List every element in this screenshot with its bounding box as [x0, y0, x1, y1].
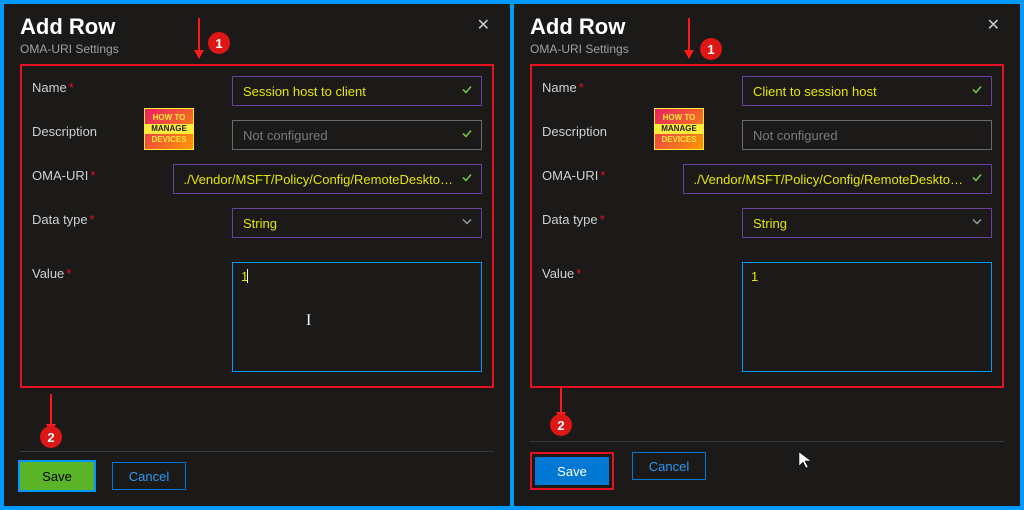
- footer: Save Cancel: [20, 451, 494, 490]
- cancel-button[interactable]: Cancel: [112, 462, 186, 490]
- title-block: Add Row OMA-URI Settings: [20, 14, 119, 56]
- chevron-down-icon: [971, 216, 983, 231]
- description-label: Description: [32, 120, 232, 139]
- text-caret: [247, 269, 248, 283]
- description-input[interactable]: Not configured: [742, 120, 992, 150]
- annotation-badge-1: 1: [700, 38, 722, 60]
- annotation-badge-2: 2: [550, 414, 572, 436]
- cancel-button[interactable]: Cancel: [632, 452, 706, 480]
- page-title: Add Row: [530, 14, 629, 40]
- check-icon: [461, 128, 473, 143]
- name-input[interactable]: Client to session host: [742, 76, 992, 106]
- description-label: Description: [542, 120, 742, 139]
- check-icon: [971, 84, 983, 99]
- description-input[interactable]: Not configured: [232, 120, 482, 150]
- omauri-label: OMA-URI*: [542, 164, 683, 183]
- datatype-label: Data type*: [32, 208, 232, 227]
- annotation-highlight-save: Save: [530, 452, 614, 490]
- name-label: Name*: [542, 76, 742, 95]
- value-label: Value*: [32, 262, 232, 281]
- name-label: Name*: [32, 76, 232, 95]
- value-label: Value*: [542, 262, 742, 281]
- datatype-select[interactable]: String: [232, 208, 482, 238]
- save-button[interactable]: Save: [535, 457, 609, 485]
- omauri-input[interactable]: ./Vendor/MSFT/Policy/Config/RemoteDeskto…: [683, 164, 993, 194]
- close-icon: ✕: [477, 17, 490, 34]
- close-icon: ✕: [987, 17, 1000, 34]
- annotation-arrow-1: [688, 18, 690, 58]
- annotation-badge-2: 2: [40, 426, 62, 448]
- value-textarea[interactable]: 1: [232, 262, 482, 372]
- check-icon: [461, 172, 473, 187]
- annotation-arrow-1: [198, 18, 200, 58]
- close-button[interactable]: ✕: [473, 14, 494, 38]
- close-button[interactable]: ✕: [983, 14, 1004, 38]
- datatype-select[interactable]: String: [742, 208, 992, 238]
- name-input[interactable]: Session host to client: [232, 76, 482, 106]
- annotation-badge-1: 1: [208, 32, 230, 54]
- datatype-label: Data type*: [542, 208, 742, 227]
- omauri-input[interactable]: ./Vendor/MSFT/Policy/Config/RemoteDeskto…: [173, 164, 483, 194]
- title-block: Add Row OMA-URI Settings: [530, 14, 629, 56]
- form-zone: Name* Client to session host Description: [530, 64, 1004, 388]
- page-subtitle: OMA-URI Settings: [20, 42, 119, 56]
- check-icon: [971, 172, 983, 187]
- text-cursor-icon: I: [306, 312, 311, 330]
- page-title: Add Row: [20, 14, 119, 40]
- footer: Save Cancel: [530, 441, 1004, 490]
- add-row-panel-left: Add Row OMA-URI Settings ✕ 1 HOW TO MANA…: [4, 4, 510, 506]
- value-textarea[interactable]: 1: [742, 262, 992, 372]
- chevron-down-icon: [461, 216, 473, 231]
- omauri-label: OMA-URI*: [32, 164, 173, 183]
- page-subtitle: OMA-URI Settings: [530, 42, 629, 56]
- form-zone: Name* Session host to client Description: [20, 64, 494, 388]
- check-icon: [461, 84, 473, 99]
- save-button[interactable]: Save: [20, 462, 94, 490]
- add-row-panel-right: Add Row OMA-URI Settings ✕ 1 HOW TO MANA…: [514, 4, 1020, 506]
